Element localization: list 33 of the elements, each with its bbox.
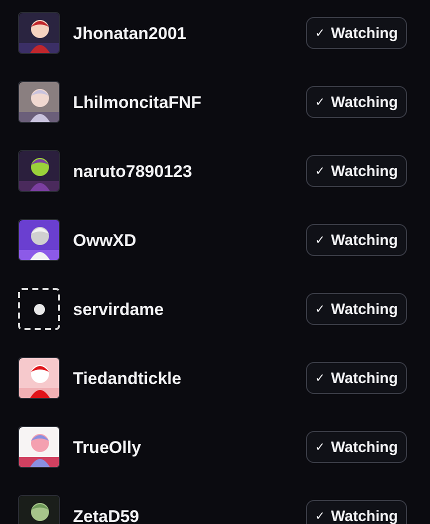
watching-button[interactable]: ✓ Watching	[306, 293, 407, 325]
check-icon: ✓	[315, 441, 326, 453]
check-icon: ✓	[315, 510, 326, 522]
check-icon: ✓	[315, 96, 326, 108]
username[interactable]: ZetaD59	[73, 508, 306, 524]
watching-button[interactable]: ✓ Watching	[306, 155, 407, 187]
watching-button[interactable]: ✓ Watching	[306, 224, 407, 256]
avatar-icon	[34, 304, 44, 314]
button-label: Watching	[331, 508, 398, 524]
username[interactable]: TrueOlly	[73, 438, 306, 456]
watching-button[interactable]: ✓ Watching	[306, 362, 407, 394]
button-label: Watching	[331, 26, 398, 40]
watching-button[interactable]: ✓ Watching	[306, 500, 407, 524]
check-icon: ✓	[315, 234, 326, 246]
username[interactable]: Jhonatan2001	[73, 24, 306, 42]
button-label: Watching	[331, 440, 398, 454]
username[interactable]: LhilmoncitaFNF	[73, 94, 306, 110]
button-label: Watching	[331, 94, 398, 110]
watching-button[interactable]: ✓ Watching	[306, 431, 407, 463]
username[interactable]: naruto7890123	[73, 162, 306, 180]
username[interactable]: Tiedandtickle	[73, 370, 306, 386]
check-icon: ✓	[315, 165, 326, 177]
button-label: Watching	[331, 302, 398, 316]
button-label: Watching	[331, 164, 398, 178]
username[interactable]: OwwXD	[73, 232, 306, 248]
check-icon: ✓	[315, 27, 326, 39]
watching-button[interactable]: ✓ Watching	[306, 17, 407, 49]
button-label: Watching	[331, 370, 398, 386]
watching-button[interactable]: ✓ Watching	[306, 86, 407, 118]
check-icon: ✓	[315, 372, 326, 384]
username[interactable]: servirdame	[73, 300, 306, 318]
button-label: Watching	[331, 232, 398, 248]
check-icon: ✓	[315, 303, 326, 315]
